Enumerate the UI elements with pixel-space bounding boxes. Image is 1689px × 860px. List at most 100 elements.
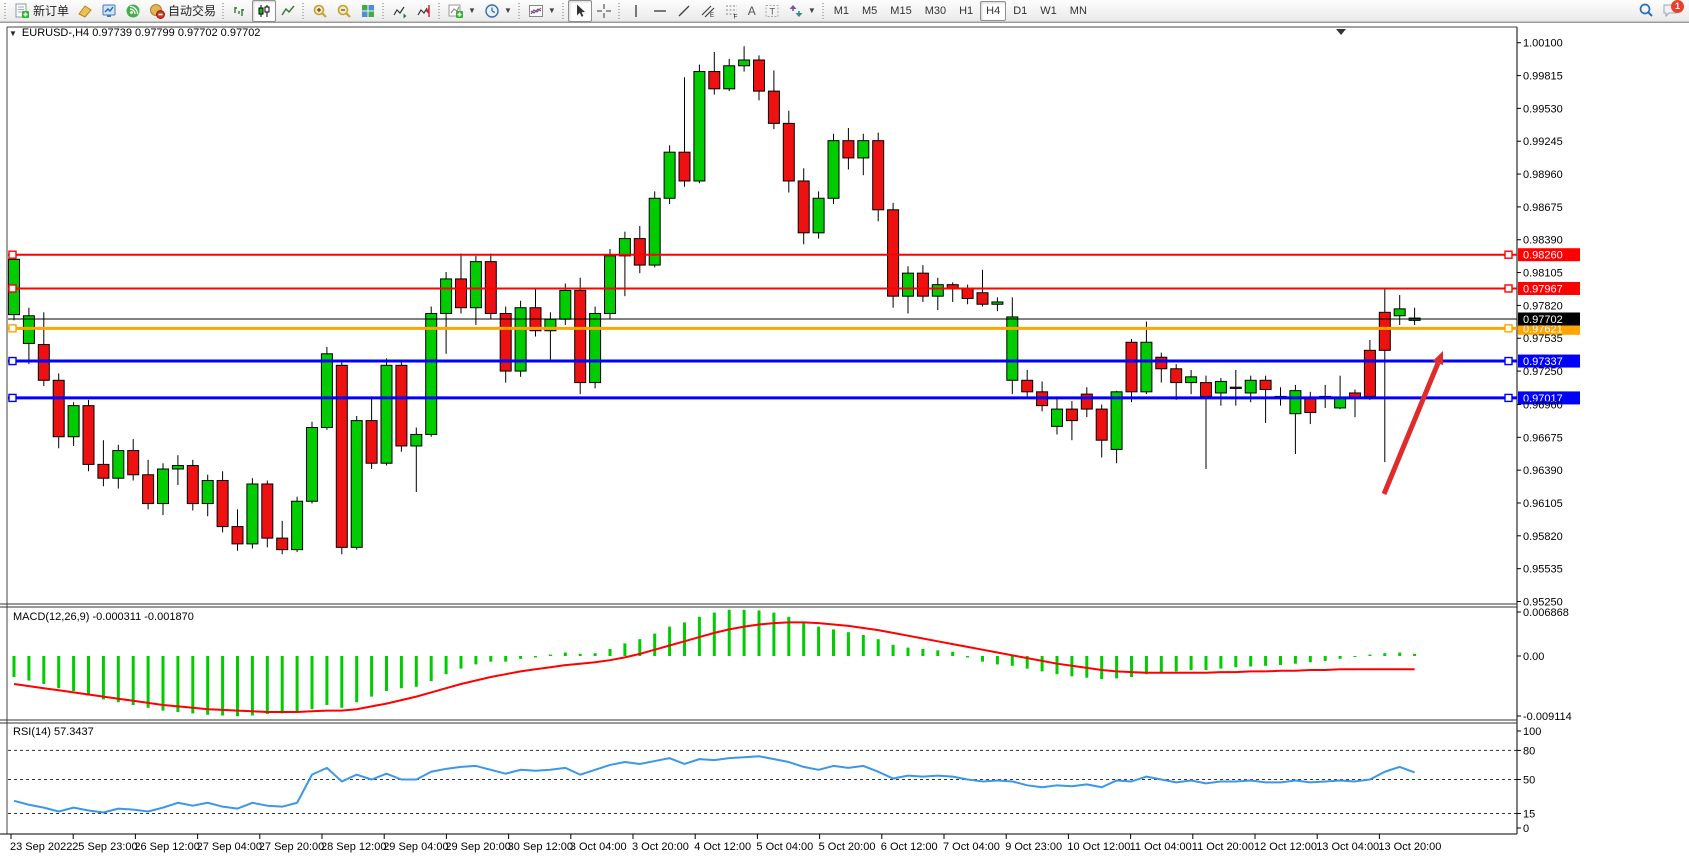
candle-bull	[307, 428, 318, 502]
timeframe-M1[interactable]: M1	[828, 1, 855, 21]
candle-bear	[1379, 312, 1390, 350]
price-axis-label: 0.98390	[1523, 235, 1563, 247]
macd-histogram-bar	[519, 656, 522, 659]
candle-bull	[664, 152, 675, 198]
zoom-in-button[interactable]	[308, 0, 332, 22]
line-handle[interactable]	[9, 358, 16, 365]
line-handle[interactable]	[1505, 358, 1512, 365]
candle-bear	[888, 210, 899, 296]
candle-bull	[113, 451, 124, 479]
signals-button[interactable]	[121, 0, 145, 22]
line-handle[interactable]	[9, 325, 16, 332]
candle-bull	[992, 302, 1003, 304]
indicators-button[interactable]: ▼	[444, 0, 480, 22]
candle-bear	[768, 91, 779, 123]
timeframe-MN[interactable]: MN	[1064, 1, 1093, 21]
macd-histogram-bar	[862, 635, 865, 656]
quotes-button[interactable]	[73, 0, 97, 22]
text-tool-button[interactable]: A	[744, 0, 760, 22]
periods-button[interactable]: ▼	[480, 0, 516, 22]
rsi-axis-label: 50	[1523, 775, 1535, 787]
candle-bear	[336, 365, 347, 547]
candle-bull	[1215, 381, 1226, 393]
time-axis-label: 29 Sep 20:00	[445, 841, 510, 853]
search-icon[interactable]	[1638, 2, 1655, 19]
candle-bull	[292, 501, 303, 549]
trend-arrow-head[interactable]	[1433, 351, 1443, 365]
chart-canvas[interactable]: 0.982600.979670.976210.973370.970170.977…	[0, 23, 1689, 860]
candle-bear	[843, 141, 854, 158]
candle-bear	[1305, 399, 1316, 413]
macd-histogram-bar	[564, 653, 567, 657]
time-axis-label: 12 Oct 12:00	[1254, 841, 1317, 853]
timeframe-M15[interactable]: M15	[884, 1, 917, 21]
zoom-out-button[interactable]	[332, 0, 356, 22]
price-axis-label: 0.97820	[1523, 300, 1563, 312]
symbol-info[interactable]: ▼ EURUSD-,H4 0.97739 0.97799 0.97702 0.9…	[9, 27, 260, 39]
candle-chart-type-button[interactable]	[252, 0, 276, 22]
timeframe-M30[interactable]: M30	[919, 1, 952, 21]
text-label-tool-button[interactable]: T	[760, 0, 784, 22]
templates-button[interactable]: ▼	[524, 0, 560, 22]
horizontal-line-tool-button[interactable]	[648, 0, 672, 22]
line-handle[interactable]	[9, 394, 16, 401]
channel-tool-button[interactable]: E	[696, 0, 720, 22]
bar-chart-type-button[interactable]	[228, 0, 252, 22]
macd-histogram-bar	[996, 656, 999, 664]
timeframe-M5[interactable]: M5	[856, 1, 883, 21]
text-tool-icon: A	[748, 4, 756, 18]
trend-arrow-line[interactable]	[1384, 363, 1438, 494]
line-handle[interactable]	[1505, 285, 1512, 292]
candle-bull	[381, 365, 392, 463]
line-chart-type-button[interactable]	[276, 0, 300, 22]
timeframe-W1[interactable]: W1	[1034, 1, 1063, 21]
symbol-collapse-icon[interactable]: ▼	[9, 29, 17, 38]
macd-histogram-bar	[1056, 656, 1059, 674]
vertical-line-tool-button[interactable]	[624, 0, 648, 22]
candle-bull	[858, 141, 869, 158]
timeframe-D1[interactable]: D1	[1007, 1, 1033, 21]
timeframe-H4[interactable]: H4	[980, 1, 1006, 21]
new-order-button[interactable]: 新订单	[10, 0, 73, 22]
macd-histogram-bar	[832, 629, 835, 656]
line-handle[interactable]	[1505, 325, 1512, 332]
macd-histogram-bar	[385, 656, 388, 691]
price-tag-text: 0.98260	[1523, 250, 1563, 262]
auto-trading-label: 自动交易	[168, 2, 216, 19]
time-axis-label: 5 Oct 04:00	[756, 841, 813, 853]
tile-windows-button[interactable]	[356, 0, 380, 22]
line-handle[interactable]	[9, 285, 16, 292]
candle-bull	[694, 72, 705, 181]
candle-bear	[1201, 383, 1212, 397]
chart-window[interactable]: 0.982600.979670.976210.973370.970170.977…	[0, 22, 1689, 860]
candle-bear	[1022, 380, 1033, 392]
auto-scroll-button[interactable]	[388, 0, 412, 22]
timeframe-H1[interactable]: H1	[953, 1, 979, 21]
line-handle[interactable]	[9, 251, 16, 258]
rsi-axis-label: 80	[1523, 745, 1535, 757]
macd-histogram-bar	[430, 656, 433, 681]
macd-histogram-bar	[1264, 656, 1267, 666]
price-tag-text: 0.97702	[1523, 314, 1563, 326]
line-handle[interactable]	[1505, 251, 1512, 258]
chart-shift-button[interactable]	[412, 0, 436, 22]
notifications-button[interactable]: 1	[1661, 1, 1681, 21]
candle-bull	[1052, 409, 1063, 426]
candle-bear	[634, 239, 645, 265]
candle-bull	[619, 239, 630, 256]
chart-shift-marker[interactable]	[1336, 29, 1346, 35]
market-watch-button[interactable]	[97, 0, 121, 22]
macd-histogram-bar	[176, 656, 179, 712]
crosshair-tool-button[interactable]	[592, 0, 616, 22]
time-axis-label: 26 Sep 12:00	[134, 841, 199, 853]
fibonacci-tool-button[interactable]: F	[720, 0, 744, 22]
trendline-tool-button[interactable]	[672, 0, 696, 22]
line-handle[interactable]	[1505, 394, 1512, 401]
arrows-tool-button[interactable]: ▼	[784, 0, 820, 22]
cursor-tool-button[interactable]	[568, 0, 592, 22]
macd-histogram-bar	[579, 654, 582, 656]
macd-histogram-bar	[594, 653, 597, 656]
auto-trading-button[interactable]: 自动交易	[145, 0, 220, 22]
candle-bear	[396, 365, 407, 446]
time-axis-label: 4 Oct 12:00	[694, 841, 751, 853]
